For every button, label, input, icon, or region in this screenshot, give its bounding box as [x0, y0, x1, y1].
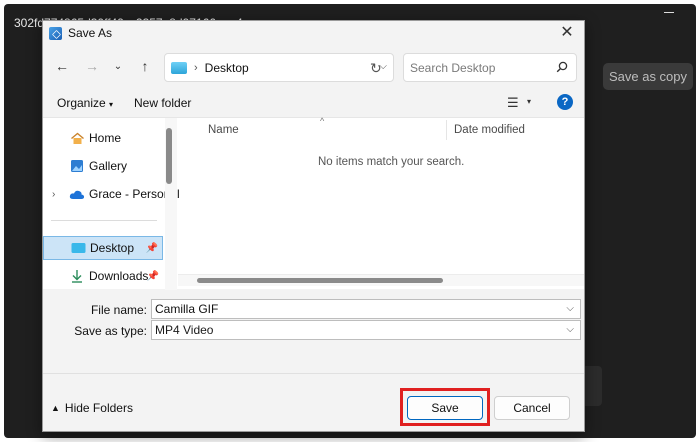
save-as-type-value: MP4 Video	[155, 323, 214, 337]
save-as-type-select[interactable]: MP4 Video ⌵	[151, 320, 581, 340]
horizontal-scrollbar-thumb[interactable]	[197, 278, 443, 283]
search-box[interactable]	[403, 53, 577, 82]
breadcrumb-separator-icon: ›	[194, 61, 198, 74]
file-name-dropdown-icon[interactable]: ⌵	[566, 303, 574, 314]
app-icon	[49, 26, 62, 40]
sidebar-item-gallery[interactable]: Gallery	[43, 154, 163, 178]
close-icon[interactable]: ✕	[559, 24, 575, 41]
organize-caret-icon: ▾	[109, 100, 114, 109]
up-arrow-icon[interactable]: ↑	[136, 57, 154, 75]
desktop-folder-icon	[171, 61, 187, 74]
view-options-caret-icon[interactable]: ▾	[527, 97, 531, 106]
new-folder-button[interactable]: New folder	[134, 96, 191, 110]
browser-content: Home Gallery › Grace - Personal Desktop …	[43, 116, 584, 290]
address-location: Desktop	[204, 60, 249, 75]
view-options-icon[interactable]: ☰	[507, 95, 519, 111]
file-name-label: File name:	[90, 303, 147, 317]
sidebar-item-label: Desktop	[90, 241, 135, 255]
home-icon	[69, 131, 85, 145]
sidebar-item-label: Gallery	[89, 159, 128, 173]
sidebar-item-downloads[interactable]: Downloads 📌	[43, 264, 163, 288]
column-header-name[interactable]: Name	[208, 124, 239, 136]
cancel-button[interactable]: Cancel	[494, 396, 570, 420]
expand-chevron-icon[interactable]: ›	[52, 189, 55, 200]
address-bar[interactable]: › Desktop ⌵	[164, 53, 394, 82]
forward-arrow-icon[interactable]: →	[83, 57, 101, 75]
sidebar-scrollbar-thumb[interactable]	[166, 128, 172, 184]
refresh-icon[interactable]: ↻	[370, 60, 382, 77]
onedrive-cloud-icon	[69, 187, 85, 201]
empty-list-message: No items match your search.	[318, 156, 465, 168]
save-as-copy-button[interactable]: Save as copy	[603, 63, 693, 90]
sidebar-item-desktop[interactable]: Desktop 📌	[43, 236, 163, 260]
pin-icon[interactable]: 📌	[146, 243, 158, 254]
column-divider[interactable]	[446, 120, 447, 140]
file-name-input[interactable]	[152, 302, 552, 316]
background-panel-edge	[584, 366, 602, 406]
help-icon[interactable]: ?	[557, 94, 573, 110]
save-fields: File name: ⌵ Save as type: MP4 Video ⌵	[43, 293, 584, 345]
save-as-type-dropdown-icon[interactable]: ⌵	[566, 324, 574, 335]
desktop-folder-icon	[70, 241, 86, 255]
recent-locations-chevron-icon[interactable]: ⌄	[109, 57, 127, 75]
sidebar-item-label: Home	[89, 131, 122, 145]
sidebar-item-home[interactable]: Home	[43, 126, 163, 150]
organize-label: Organize	[57, 96, 106, 110]
hide-folders-toggle[interactable]: ▲ Hide Folders	[51, 401, 133, 415]
dialog-titlebar: Save As ✕	[43, 21, 584, 45]
sidebar-item-label: Downloads	[89, 269, 149, 283]
dialog-title: Save As	[68, 26, 113, 40]
sidebar-divider	[51, 220, 157, 221]
column-header-date-modified[interactable]: Date modified	[454, 124, 525, 136]
command-bar: Organize ▾ New folder ☰ ▾ ?	[43, 91, 584, 115]
pin-icon[interactable]: 📌	[147, 271, 159, 282]
search-input[interactable]	[410, 60, 550, 75]
save-button[interactable]: Save	[407, 396, 483, 420]
dialog-footer: ▲ Hide Folders Save Cancel	[43, 373, 584, 431]
back-arrow-icon[interactable]: ←	[53, 57, 71, 75]
search-icon	[556, 61, 568, 73]
sidebar-item-grace-personal[interactable]: › Grace - Personal	[43, 182, 180, 206]
gallery-icon	[69, 159, 85, 173]
collapse-caret-icon: ▲	[51, 403, 60, 413]
minimize-icon[interactable]	[664, 12, 674, 13]
file-name-combobox[interactable]: ⌵	[151, 299, 581, 319]
navigation-pane: Home Gallery › Grace - Personal Desktop …	[43, 118, 180, 290]
hide-folders-label: Hide Folders	[64, 401, 133, 415]
organize-menu[interactable]: Organize ▾	[57, 96, 113, 110]
save-as-type-label: Save as type:	[74, 324, 147, 338]
file-list: ^ Name Date modified No items match your…	[178, 116, 584, 290]
navigation-bar: ← → ⌄ ↑ › Desktop ⌵ ↻	[43, 51, 584, 83]
save-as-dialog: Save As ✕ ← → ⌄ ↑ › Desktop ⌵ ↻ Organize…	[42, 20, 585, 432]
sort-ascending-icon: ^	[320, 116, 325, 126]
download-arrow-icon	[69, 269, 85, 283]
